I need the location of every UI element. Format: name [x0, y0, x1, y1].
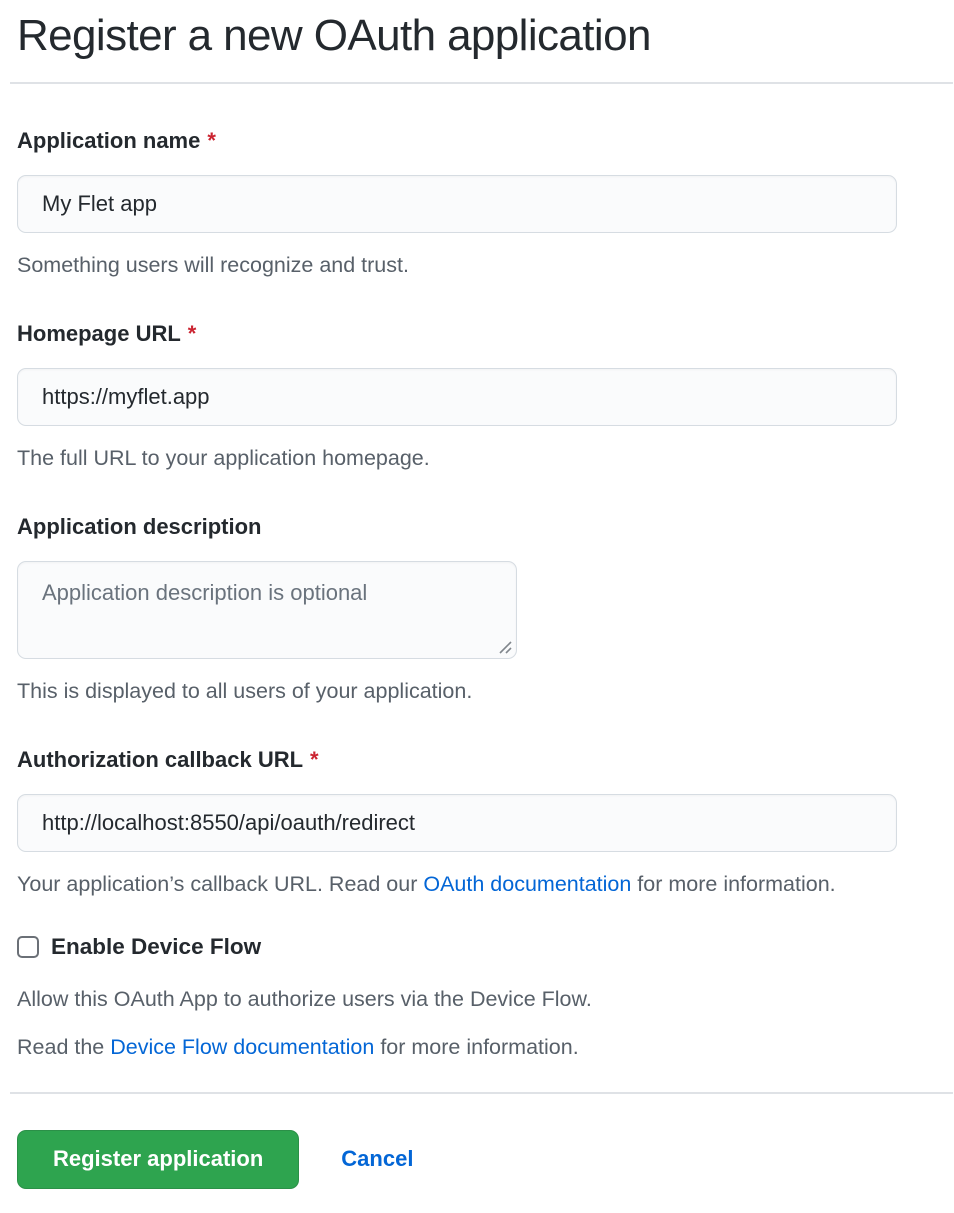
device-flow-checkbox[interactable]	[17, 936, 39, 958]
application-description-textarea[interactable]	[17, 561, 517, 659]
device-flow-read-before: Read the	[17, 1035, 110, 1059]
register-application-button[interactable]: Register application	[17, 1130, 299, 1189]
application-description-group: Application description This is displaye…	[17, 514, 897, 705]
required-asterisk: *	[188, 321, 197, 346]
page-title: Register a new OAuth application	[17, 11, 897, 82]
oauth-documentation-link[interactable]: OAuth documentation	[423, 872, 631, 896]
callback-url-label: Authorization callback URL *	[17, 747, 897, 773]
device-flow-read-after: for more information.	[374, 1035, 578, 1059]
homepage-url-group: Homepage URL * The full URL to your appli…	[17, 321, 897, 472]
application-description-label-text: Application description	[17, 514, 261, 539]
callback-url-help-after: for more information.	[631, 872, 835, 896]
header-divider	[10, 82, 953, 84]
application-name-input[interactable]	[17, 175, 897, 233]
footer-divider	[10, 1092, 953, 1094]
callback-url-input[interactable]	[17, 794, 897, 852]
callback-url-help-before: Your application’s callback URL. Read ou…	[17, 872, 423, 896]
device-flow-documentation-link[interactable]: Device Flow documentation	[110, 1035, 374, 1059]
required-asterisk: *	[310, 747, 319, 772]
device-flow-row: Enable Device Flow	[17, 934, 897, 960]
callback-url-label-text: Authorization callback URL	[17, 747, 303, 772]
cancel-link[interactable]: Cancel	[341, 1146, 413, 1172]
homepage-url-input[interactable]	[17, 368, 897, 426]
device-flow-description: Allow this OAuth App to authorize users …	[17, 986, 897, 1013]
callback-url-group: Authorization callback URL * Your applica…	[17, 747, 897, 898]
application-name-label-text: Application name	[17, 128, 200, 153]
application-description-textarea-wrap	[17, 561, 517, 659]
callback-url-help: Your application’s callback URL. Read ou…	[17, 871, 897, 898]
application-name-label: Application name *	[17, 128, 897, 154]
homepage-url-help: The full URL to your application homepag…	[17, 445, 897, 472]
application-name-group: Application name * Something users will r…	[17, 128, 897, 279]
application-description-help: This is displayed to all users of your a…	[17, 678, 897, 705]
form-actions: Register application Cancel	[17, 1130, 897, 1189]
application-description-label: Application description	[17, 514, 897, 540]
homepage-url-label: Homepage URL *	[17, 321, 897, 347]
required-asterisk: *	[207, 128, 216, 153]
oauth-registration-page: Register a new OAuth application Applica…	[0, 11, 954, 1213]
homepage-url-label-text: Homepage URL	[17, 321, 181, 346]
device-flow-label[interactable]: Enable Device Flow	[51, 934, 261, 960]
device-flow-read-more: Read the Device Flow documentation for m…	[17, 1034, 897, 1061]
application-name-help: Something users will recognize and trust…	[17, 252, 897, 279]
